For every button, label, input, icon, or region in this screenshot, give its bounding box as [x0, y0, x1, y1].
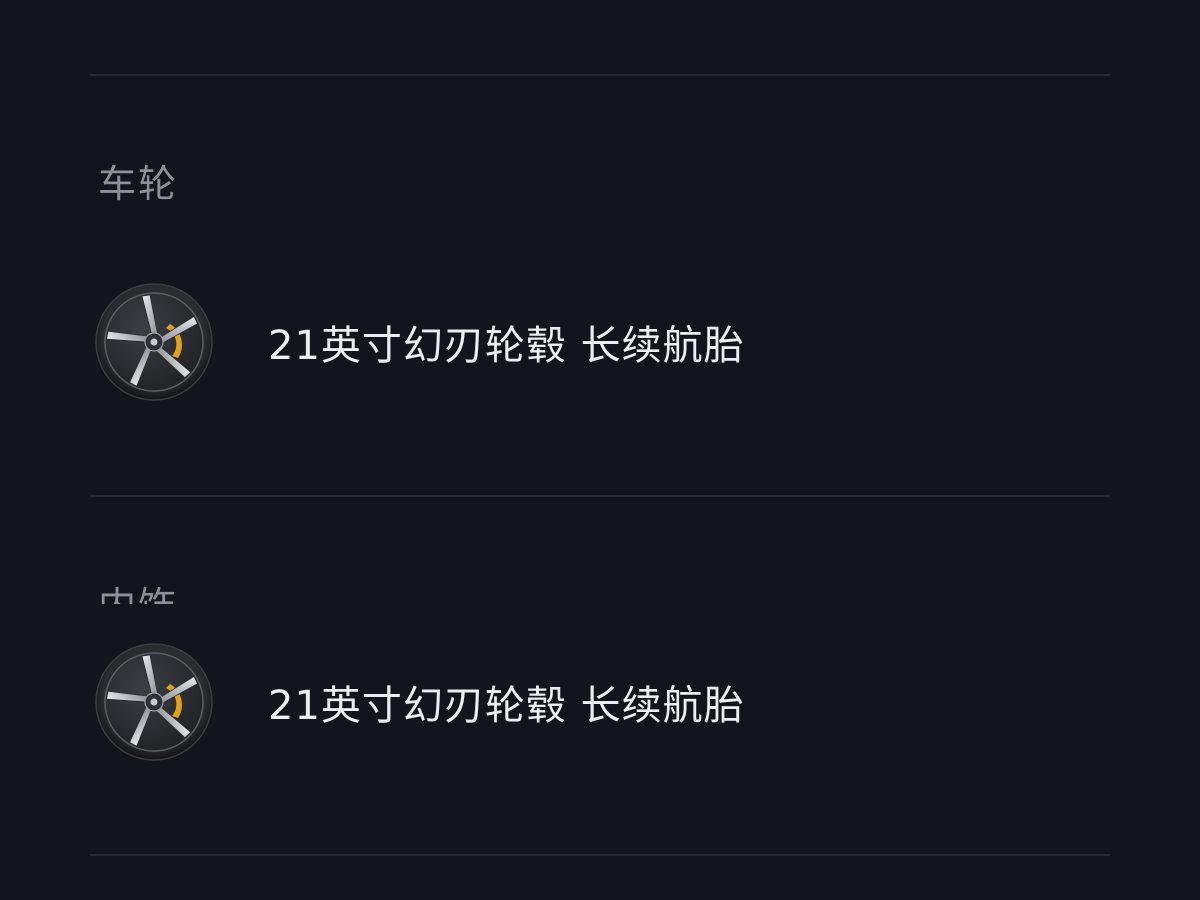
divider-middle — [90, 495, 1110, 497]
section-title-wheels: 车轮 — [98, 162, 179, 206]
divider-top — [90, 74, 1110, 76]
section-title-interior: 内饰 — [98, 586, 178, 604]
wheel-icon — [95, 283, 213, 401]
wheel-icon — [95, 643, 213, 761]
interior-option-row[interactable]: 21英寸幻刃轮毂 长续航胎 — [92, 640, 1110, 764]
configuration-page: 车轮 21英寸幻刃轮毂 长续航胎 内饰 21英寸幻刃轮毂 长续航胎 — [0, 0, 1200, 900]
wheel-option-label: 21英寸幻刃轮毂 长续航胎 — [268, 323, 745, 369]
wheel-option-row[interactable]: 21英寸幻刃轮毂 长续航胎 — [92, 280, 1110, 404]
interior-option-label: 21英寸幻刃轮毂 长续航胎 — [268, 683, 745, 729]
divider-bottom — [90, 854, 1110, 856]
